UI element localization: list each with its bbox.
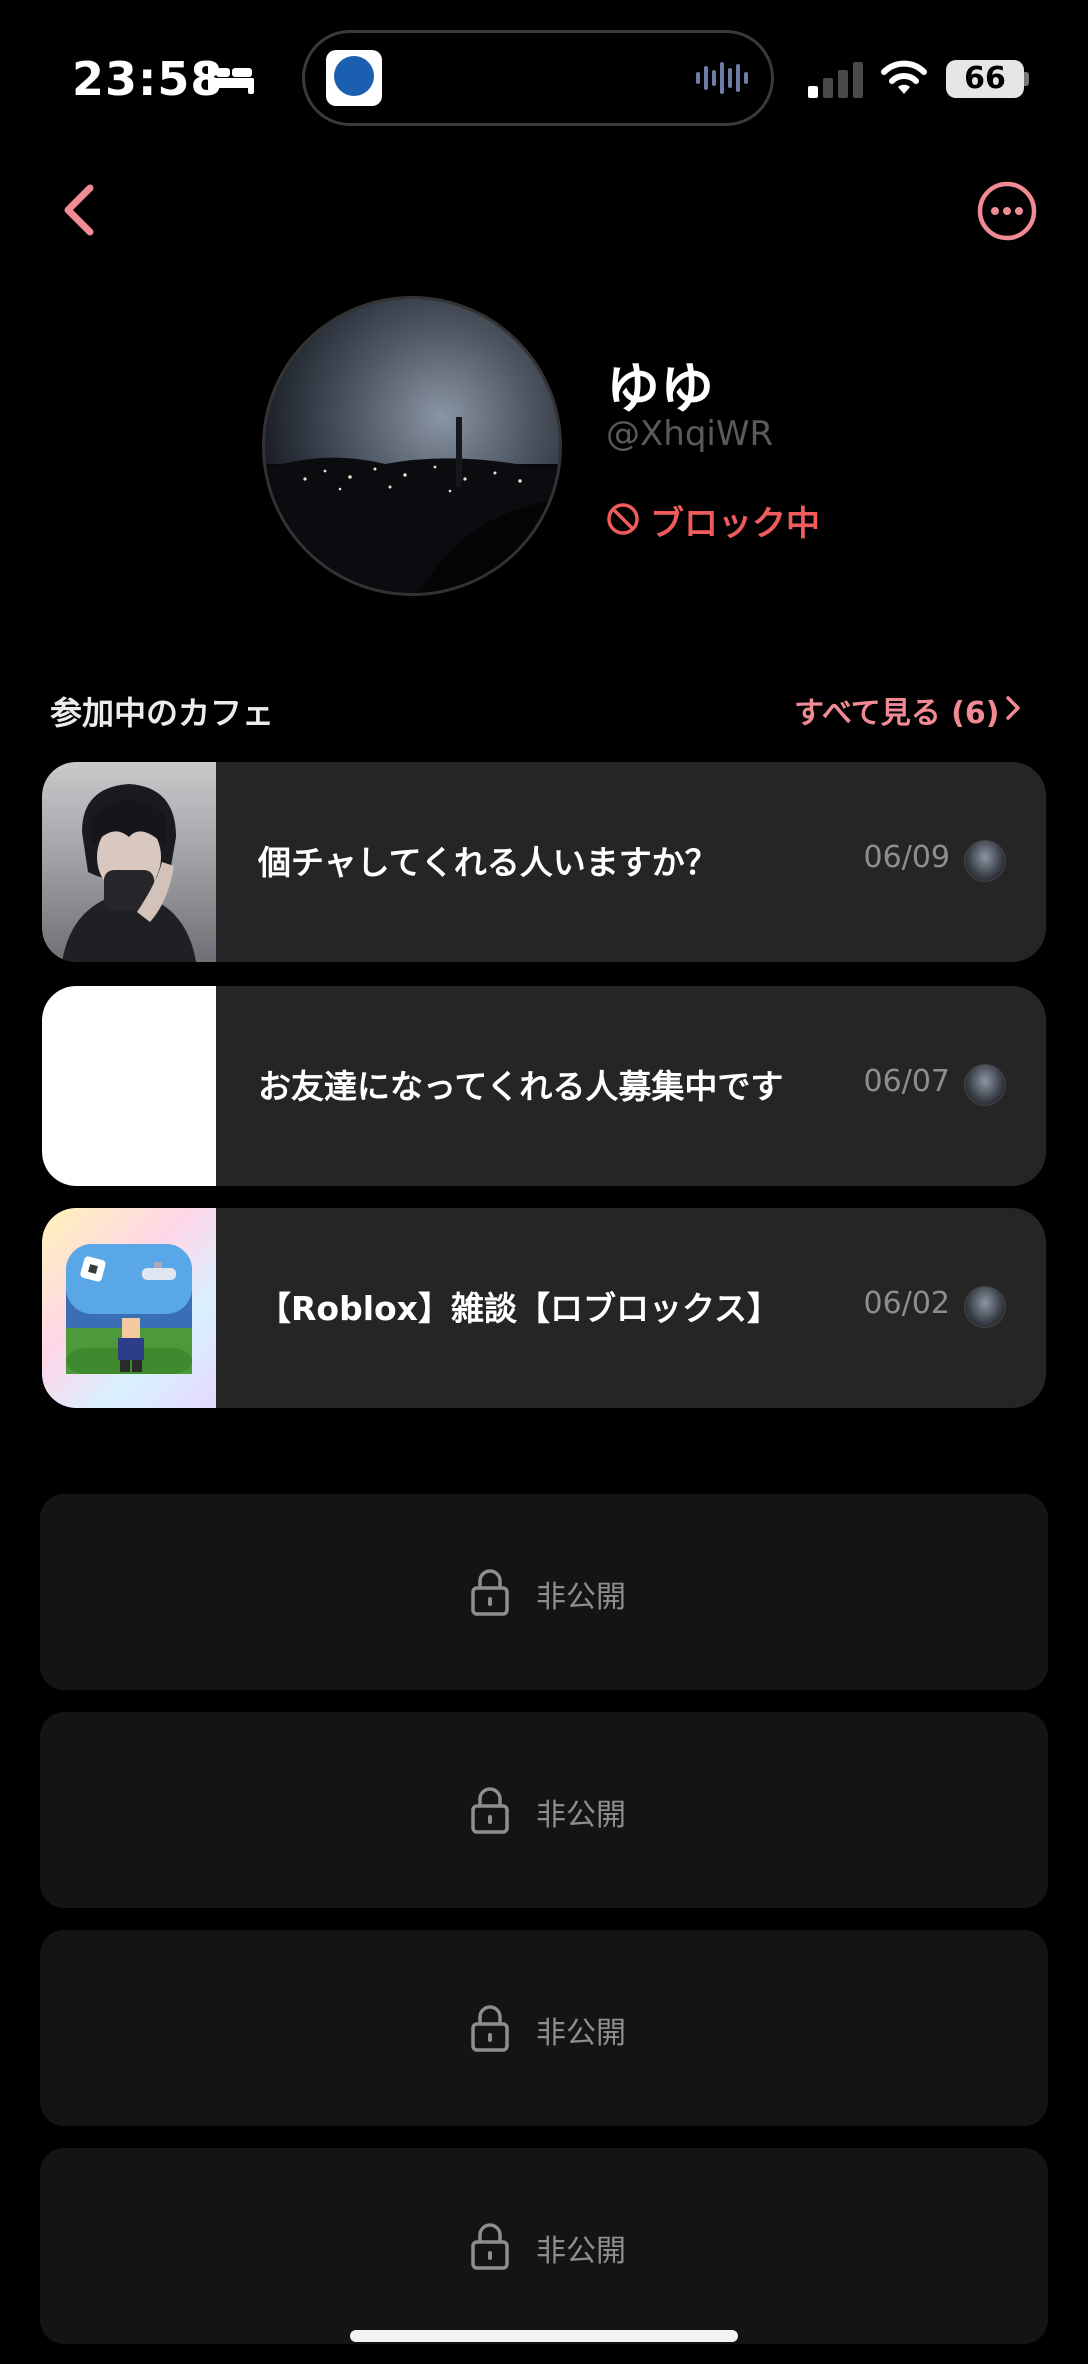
- cafe-date: 06/02: [863, 1286, 950, 1321]
- cafe-item[interactable]: 個チャしてくれる人いますか？ 06/09: [42, 762, 1046, 962]
- private-label: 非公開: [536, 2234, 626, 2269]
- profile-name: ゆゆ: [606, 357, 714, 420]
- cafe-member-avatar: [964, 1286, 1006, 1328]
- see-all-link[interactable]: すべて見る (6): [794, 688, 999, 732]
- private-label: 非公開: [536, 1798, 626, 1833]
- battery-icon: 66: [946, 60, 1024, 98]
- private-cafe-item: 非公開: [40, 1712, 1048, 1908]
- signal-icon: [808, 62, 863, 98]
- cafe-title: お友達になってくれる人募集中です: [258, 1067, 784, 1106]
- cafe-member-avatar: [964, 840, 1006, 882]
- night-city-photo: [265, 417, 559, 593]
- cafe-title: 【Roblox】雑談【ロブロックス】: [258, 1289, 780, 1328]
- private-label: 非公開: [536, 1580, 626, 1615]
- cafe-item[interactable]: お友達になってくれる人募集中です 06/07: [42, 986, 1046, 1186]
- waveform-icon: [696, 62, 748, 94]
- home-indicator[interactable]: [350, 2330, 738, 2342]
- battery-tip: [1024, 72, 1029, 86]
- cafe-title: 個チャしてくれる人いますか？: [258, 843, 718, 882]
- bed-icon: [208, 64, 254, 94]
- lock-icon: [471, 1787, 509, 1834]
- wifi-icon: [881, 60, 927, 94]
- private-cafe-item: 非公開: [40, 1494, 1048, 1690]
- block-icon: [607, 503, 639, 535]
- cafe-date: 06/07: [863, 1064, 950, 1099]
- cafe-member-avatar: [964, 1064, 1006, 1106]
- ellipsis-circle-icon[interactable]: [976, 180, 1038, 242]
- cafe-thumbnail: [42, 762, 216, 962]
- cafes-section-title: 参加中のカフェ: [50, 694, 275, 732]
- cafe-thumbnail: [42, 1208, 216, 1408]
- private-label: 非公開: [536, 2016, 626, 2051]
- cafe-date: 06/09: [863, 840, 950, 875]
- lock-icon: [471, 2223, 509, 2270]
- block-status: ブロック中: [650, 504, 820, 544]
- profile-handle: @XhqiWR: [606, 414, 774, 454]
- cafe-thumbnail: [42, 986, 216, 1186]
- person-photo: [62, 784, 196, 962]
- app-activity-icon-mark: [334, 56, 374, 96]
- roblox-art: [66, 1244, 192, 1374]
- status-time: 23:58: [72, 52, 224, 106]
- lock-icon: [471, 1569, 509, 1616]
- private-cafe-item: 非公開: [40, 1930, 1048, 2126]
- profile-avatar[interactable]: [262, 296, 562, 596]
- chevron-right-icon[interactable]: [1004, 694, 1022, 722]
- private-cafe-item: 非公開: [40, 2148, 1048, 2344]
- lock-icon: [471, 2005, 509, 2052]
- cafe-item[interactable]: 【Roblox】雑談【ロブロックス】 06/02: [42, 1208, 1046, 1408]
- chevron-left-icon[interactable]: [56, 180, 102, 240]
